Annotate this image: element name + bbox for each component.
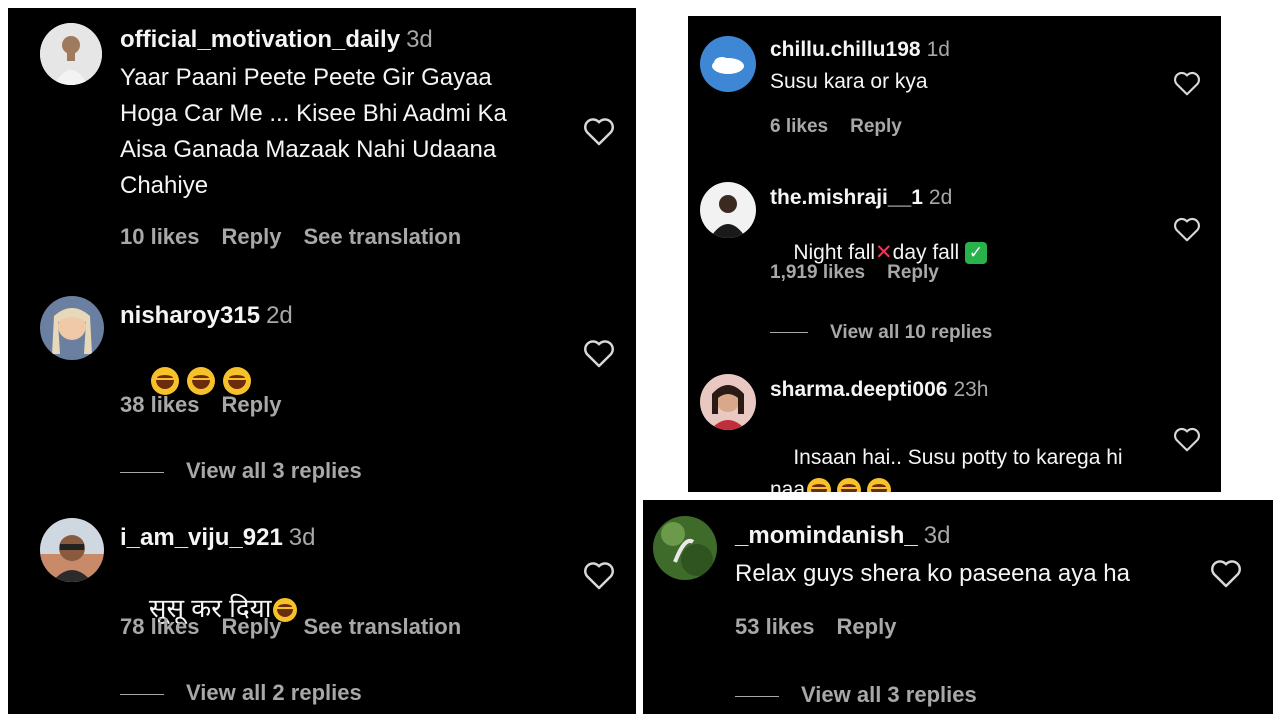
avatar[interactable] — [40, 518, 104, 582]
comment-header: _momindanish_ 3d — [735, 522, 950, 550]
comment-text: सूसू कर दिया — [120, 558, 303, 656]
timestamp: 1d — [926, 38, 950, 61]
avatar[interactable] — [700, 36, 756, 92]
likes-count[interactable]: 38 likes — [120, 392, 200, 417]
like-heart-icon[interactable] — [1172, 216, 1202, 242]
likes-count[interactable]: 1,919 likes — [770, 262, 865, 283]
laughing-emoji-icon — [222, 366, 251, 395]
timestamp: 3d — [288, 524, 316, 551]
likes-count[interactable]: 78 likes — [120, 614, 200, 639]
see-translation-button[interactable]: See translation — [303, 614, 461, 639]
username[interactable]: nisharoy315 — [120, 302, 260, 329]
comment-actions: 1,919 likes Reply — [770, 262, 961, 284]
timestamp: 2d — [928, 186, 953, 209]
comment-text: Yaar Paani Peete Peete Gir Gayaa Hoga Ca… — [120, 64, 507, 199]
avatar[interactable] — [700, 374, 756, 430]
likes-count[interactable]: 53 likes — [735, 614, 815, 639]
laughing-emoji-icon — [186, 366, 215, 395]
view-replies-label: View all 2 replies — [186, 680, 362, 705]
reply-button[interactable]: Reply — [850, 116, 902, 137]
comment-actions: 53 likes Reply — [735, 614, 918, 640]
comment-text-line2: naa — [770, 478, 806, 492]
reply-button[interactable]: Reply — [222, 224, 282, 249]
comment-header: the.mishraji__1 2d — [770, 186, 952, 210]
comment-actions: 78 likes Reply See translation — [120, 614, 483, 640]
divider-line — [120, 693, 164, 695]
reply-button[interactable]: Reply — [222, 614, 282, 639]
like-heart-icon[interactable] — [582, 338, 616, 368]
laughing-emoji-icon — [807, 478, 832, 492]
timestamp: 2d — [266, 302, 293, 329]
like-heart-icon[interactable] — [1209, 558, 1243, 588]
comment-text-line1: Insaan hai.. Susu potty to karega hi — [793, 446, 1123, 469]
username[interactable]: i_am_viju_921 — [120, 524, 283, 551]
reply-button[interactable]: Reply — [887, 262, 939, 283]
cross-mark-icon: ✕ — [875, 241, 893, 264]
timestamp: 3d — [406, 26, 433, 53]
avatar[interactable] — [700, 182, 756, 238]
username[interactable]: official_motivation_daily — [120, 26, 400, 53]
comment-header: chillu.chillu198 1d — [770, 38, 950, 62]
comment-header: sharma.deepti006 23h — [770, 378, 988, 402]
timestamp: 3d — [923, 522, 951, 549]
timestamp: 23h — [953, 378, 989, 401]
laughing-emoji-icon — [150, 366, 179, 395]
view-replies-label: View all 10 replies — [830, 322, 993, 343]
laughing-emoji-icon — [837, 478, 862, 492]
view-replies-button[interactable]: View all 3 replies — [120, 458, 362, 484]
avatar[interactable] — [40, 296, 104, 360]
view-replies-label: View all 3 replies — [186, 458, 362, 483]
reply-button[interactable]: Reply — [837, 614, 897, 639]
username[interactable]: chillu.chillu198 — [770, 38, 921, 61]
comment-header: official_motivation_daily 3d — [120, 26, 433, 54]
divider-line — [120, 471, 164, 473]
like-heart-icon[interactable] — [1172, 426, 1202, 452]
comment-actions: 6 likes Reply — [770, 116, 924, 138]
view-replies-label: View all 3 replies — [801, 682, 977, 707]
likes-count[interactable]: 10 likes — [120, 224, 200, 249]
reply-button[interactable]: Reply — [222, 392, 282, 417]
like-heart-icon[interactable] — [1172, 70, 1202, 96]
view-replies-button[interactable]: View all 2 replies — [120, 680, 362, 706]
comments-panel-left: official_motivation_daily 3d Yaar Paani P… — [8, 8, 636, 714]
view-replies-button[interactable]: View all 3 replies — [735, 682, 977, 708]
divider-line — [735, 695, 779, 697]
username[interactable]: _momindanish_ — [735, 522, 918, 549]
comment-text: Insaan hai.. Susu potty to karega hi naa — [770, 410, 1123, 492]
check-mark-icon: ✓ — [965, 242, 988, 265]
comment-text: Susu kara or kya — [770, 70, 928, 93]
avatar[interactable] — [40, 23, 102, 85]
comment-text-part1: Night fall — [793, 241, 876, 264]
like-heart-icon[interactable] — [582, 560, 616, 590]
comment-actions: 38 likes Reply — [120, 392, 303, 418]
comment-header: i_am_viju_921 3d — [120, 524, 316, 552]
avatar[interactable] — [653, 516, 717, 580]
comment-text: Relax guys shera ko paseena aya ha — [735, 560, 1130, 587]
comments-panel-bottom-right: _momindanish_ 3d Relax guys shera ko pase… — [643, 500, 1273, 714]
see-translation-button[interactable]: See translation — [303, 224, 461, 249]
laughing-emoji-icon — [867, 478, 892, 492]
view-replies-button[interactable]: View all 10 replies — [770, 322, 992, 344]
username[interactable]: sharma.deepti006 — [770, 378, 947, 401]
like-heart-icon[interactable] — [582, 116, 616, 146]
comment-header: nisharoy315 2d — [120, 302, 293, 330]
comment-text-part2: day fall — [892, 241, 960, 264]
divider-line — [770, 332, 808, 334]
comments-panel-top-right: chillu.chillu198 1d Susu kara or kya 6 li… — [688, 16, 1221, 492]
comment-actions: 10 likes Reply See translation — [120, 224, 483, 250]
likes-count[interactable]: 6 likes — [770, 116, 828, 137]
username[interactable]: the.mishraji__1 — [770, 186, 923, 209]
